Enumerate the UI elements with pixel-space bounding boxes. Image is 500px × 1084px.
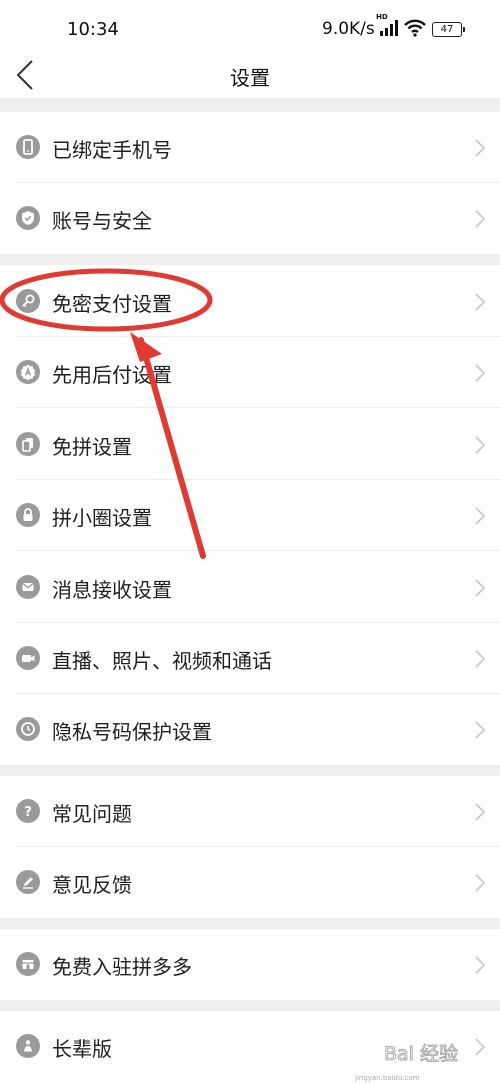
- baidu-jingyan-watermark: Bai 经验: [384, 1039, 458, 1065]
- video-camera-icon: [16, 646, 40, 670]
- settings-item-password-free-payment[interactable]: 免密支付设置: [0, 265, 500, 337]
- chevron-right-icon: [475, 956, 486, 974]
- key-icon: [16, 289, 40, 313]
- settings-item-privacy-number[interactable]: 隐私号码保护设置: [0, 694, 500, 765]
- chevron-right-icon: [475, 139, 486, 157]
- network-speed: 9.0K/s: [322, 19, 375, 39]
- question-icon: ?: [16, 799, 40, 823]
- settings-item-label: 免费入驻拼多多: [52, 955, 192, 979]
- settings-item-label: 账号与安全: [52, 209, 152, 233]
- chevron-right-icon: [475, 364, 486, 382]
- svg-text:?: ?: [24, 805, 32, 820]
- battery-icon: 47: [432, 22, 465, 37]
- badge-a-icon: [16, 360, 40, 384]
- settings-item-label: 意见反馈: [52, 873, 132, 897]
- signal-icon: [380, 20, 398, 36]
- settings-item-no-group-buy[interactable]: 免拼设置: [0, 408, 500, 480]
- nav-bar: 设置: [0, 52, 500, 98]
- elder-icon: [16, 1034, 40, 1058]
- settings-item-group-circle[interactable]: 拼小圈设置: [0, 480, 500, 551]
- settings-item-faq[interactable]: ? 常见问题: [0, 776, 500, 847]
- pencil-icon: [16, 870, 40, 894]
- phone-clock-icon: [16, 717, 40, 741]
- settings-item-label: 直播、照片、视频和通话: [52, 649, 272, 673]
- settings-item-label: 长辈版: [52, 1037, 112, 1061]
- status-bar: 10:34 9.0K/s HD 47: [0, 0, 500, 52]
- chevron-right-icon: [475, 803, 486, 821]
- chevron-right-icon: [475, 436, 486, 454]
- chevron-right-icon: [475, 721, 486, 739]
- watermark-url: jingyan.baidu.com: [355, 1074, 420, 1082]
- lock-icon: [16, 503, 40, 527]
- store-icon: [16, 952, 40, 976]
- settings-item-label: 常见问题: [52, 802, 132, 826]
- status-time: 10:34: [67, 19, 119, 40]
- settings-item-account-security[interactable]: 账号与安全: [0, 183, 500, 254]
- wifi-icon: [404, 19, 426, 37]
- settings-item-pay-later[interactable]: 先用后付设置: [0, 337, 500, 408]
- settings-item-label: 先用后付设置: [52, 363, 172, 387]
- settings-item-label: 隐私号码保护设置: [52, 720, 212, 744]
- settings-item-label: 免拼设置: [52, 435, 132, 459]
- shield-icon: [16, 206, 40, 230]
- chevron-right-icon: [475, 579, 486, 597]
- chevron-right-icon: [475, 507, 486, 525]
- settings-item-message-receive[interactable]: 消息接收设置: [0, 551, 500, 623]
- watermark-text: Bai 经验: [384, 1043, 458, 1065]
- chevron-right-icon: [475, 293, 486, 311]
- envelope-icon: [16, 575, 40, 599]
- chevron-right-icon: [475, 650, 486, 668]
- chevron-right-icon: [475, 210, 486, 228]
- settings-item-free-merchant-join[interactable]: 免费入驻拼多多: [0, 929, 500, 1000]
- settings-item-bound-phone[interactable]: 已绑定手机号: [0, 112, 500, 183]
- settings-item-live-photo-video-call[interactable]: 直播、照片、视频和通话: [0, 623, 500, 694]
- settings-item-label: 免密支付设置: [52, 292, 172, 316]
- settings-item-label: 拼小圈设置: [52, 506, 152, 530]
- settings-item-label: 已绑定手机号: [52, 138, 172, 162]
- phone-icon: [16, 135, 40, 159]
- page-title: 设置: [230, 66, 270, 90]
- settings-item-feedback[interactable]: 意见反馈: [0, 847, 500, 918]
- cards-icon: [16, 432, 40, 456]
- settings-item-label: 消息接收设置: [52, 578, 172, 602]
- chevron-right-icon: [475, 874, 486, 892]
